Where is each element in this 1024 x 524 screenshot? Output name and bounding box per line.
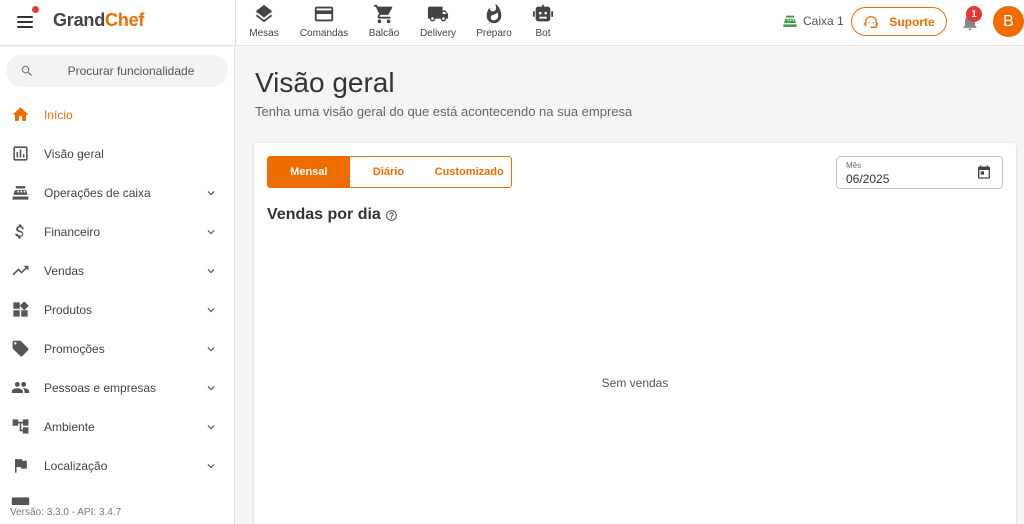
- sidebar-item-visao-geral[interactable]: Visão geral: [0, 134, 234, 173]
- caixa-status[interactable]: Caixa 1: [782, 13, 844, 29]
- month-picker[interactable]: Mês 06/2025: [836, 156, 1003, 189]
- page-subtitle: Tenha uma visão geral do que está aconte…: [255, 104, 633, 119]
- sales-card: Mensal Diário Customizado Mês 06/2025 Ve…: [254, 143, 1016, 524]
- chevron-down-icon: [204, 303, 218, 317]
- sidebar-item-promocoes[interactable]: Promoções: [0, 329, 234, 368]
- tab-customizado[interactable]: Customizado: [427, 157, 511, 187]
- nav-comandas[interactable]: Comandas: [297, 3, 351, 41]
- sidebar-item-localizacao[interactable]: Localização: [0, 446, 234, 485]
- tab-diario[interactable]: Diário: [350, 157, 428, 187]
- chevron-down-icon: [204, 186, 218, 200]
- monitor-icon: [11, 495, 30, 505]
- flag-icon: [11, 456, 30, 475]
- card-icon: [314, 6, 334, 22]
- sidebar-item-pessoas-empresas[interactable]: Pessoas e empresas: [0, 368, 234, 407]
- month-value[interactable]: 06/2025: [846, 172, 889, 186]
- widgets-icon: [11, 300, 30, 319]
- sidebar-item-produtos[interactable]: Produtos: [0, 290, 234, 329]
- cash-register-icon: [11, 183, 30, 202]
- avatar[interactable]: B: [993, 6, 1024, 37]
- flame-icon: [486, 3, 502, 24]
- sidebar-item-financeiro[interactable]: Financeiro: [0, 212, 234, 251]
- sidebar-item-operacoes-caixa[interactable]: Operações de caixa: [0, 173, 234, 212]
- top-bar: GrandChef Mesas Comandas Balcão Delivery…: [0, 0, 1024, 46]
- cart-icon: [373, 4, 393, 24]
- nav-preparo[interactable]: Preparo: [474, 3, 514, 41]
- period-toggle: Mensal Diário Customizado: [267, 156, 512, 188]
- chevron-down-icon: [204, 381, 218, 395]
- empty-state: Sem vendas: [601, 376, 669, 390]
- search-input[interactable]: [46, 55, 216, 87]
- home-icon: [11, 105, 30, 124]
- cash-register-icon: [783, 15, 797, 27]
- help-icon[interactable]: [385, 209, 398, 222]
- sidebar-item-inicio[interactable]: Início: [0, 95, 234, 134]
- chevron-down-icon: [204, 342, 218, 356]
- calendar-icon[interactable]: [976, 164, 992, 180]
- chevron-down-icon: [204, 264, 218, 278]
- chart-box-icon: [11, 144, 30, 163]
- trending-up-icon: [11, 261, 30, 280]
- divider: [235, 0, 236, 46]
- nav-bot[interactable]: Bot: [529, 3, 557, 41]
- support-agent-icon: [864, 15, 878, 28]
- month-label: Mês: [846, 161, 862, 170]
- chevron-down-icon: [204, 459, 218, 473]
- account-tree-icon: [11, 417, 30, 436]
- notification-badge: 1: [966, 6, 982, 22]
- layers-icon: [255, 4, 273, 23]
- chevron-down-icon: [204, 420, 218, 434]
- tab-mensal[interactable]: Mensal: [268, 157, 350, 187]
- suporte-button[interactable]: Suporte: [851, 7, 947, 36]
- tag-icon: [11, 339, 30, 358]
- chevron-down-icon: [204, 225, 218, 239]
- search-box[interactable]: [6, 55, 228, 87]
- menu-notification-dot: [30, 4, 41, 15]
- brand-logo[interactable]: GrandChef: [53, 10, 144, 31]
- nav-mesas[interactable]: Mesas: [246, 3, 282, 41]
- search-icon: [21, 65, 32, 76]
- section-title: Vendas por dia: [267, 206, 381, 223]
- sidebar-item-ambiente[interactable]: Ambiente: [0, 407, 234, 446]
- sidebar-item-partial[interactable]: [0, 485, 234, 505]
- nav-balcao[interactable]: Balcão: [366, 3, 402, 41]
- nav-delivery[interactable]: Delivery: [417, 3, 459, 41]
- page-title: Visão geral: [255, 67, 395, 98]
- robot-icon: [532, 4, 554, 22]
- people-icon: [11, 378, 30, 397]
- sidebar-item-vendas[interactable]: Vendas: [0, 251, 234, 290]
- dollar-icon: [11, 222, 30, 241]
- truck-icon: [427, 6, 449, 22]
- sidebar: Início Visão geral Operações de caixa Fi…: [0, 47, 235, 524]
- version-info: Versão: 3.3.0 - API: 3.4.7: [10, 507, 234, 518]
